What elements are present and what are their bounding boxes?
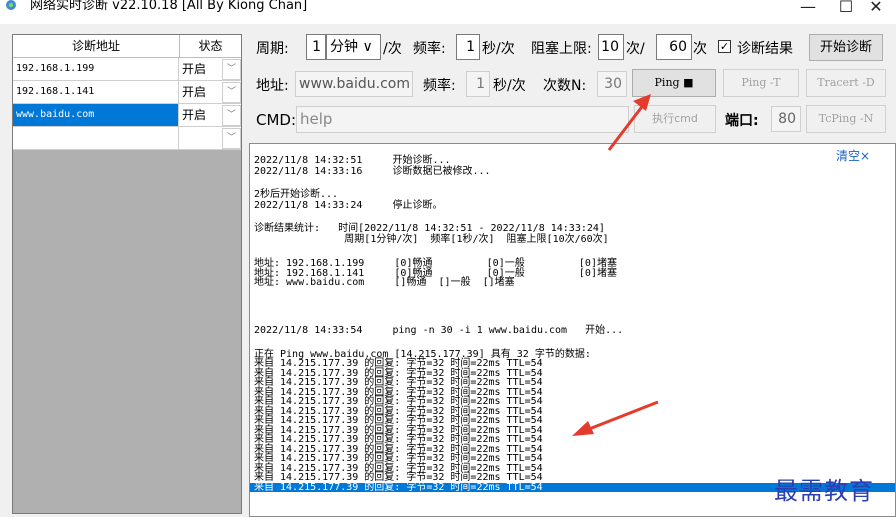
annotation-arrow xyxy=(607,94,651,151)
annotation-arrows xyxy=(572,94,659,436)
watermark-text: 最需教育 xyxy=(774,477,874,505)
annotation-arrow xyxy=(572,400,659,436)
